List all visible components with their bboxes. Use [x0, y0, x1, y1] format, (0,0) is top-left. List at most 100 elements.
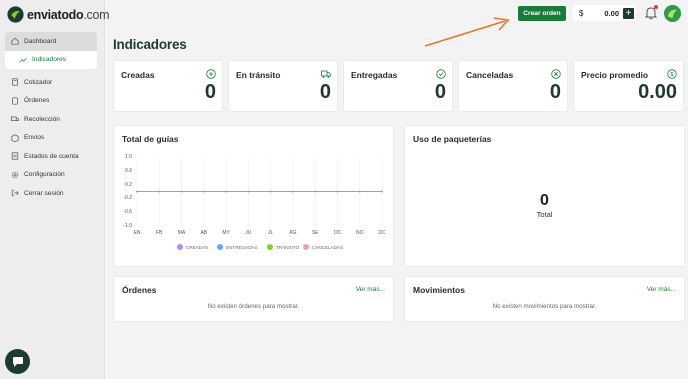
sidebar-nav: Dashboard Indicadores Cotizador Órdenes … — [5, 32, 97, 203]
dollar-circle-icon: $ — [667, 69, 677, 79]
data-point — [358, 190, 361, 193]
data-point — [336, 190, 339, 193]
add-funds-button[interactable]: + — [623, 7, 634, 19]
plus-circle-icon — [206, 69, 216, 79]
legend-swatch — [177, 244, 183, 250]
annotation-arrow — [424, 17, 510, 47]
chat-button[interactable] — [5, 349, 30, 374]
sidebar-item-label: Configuración — [24, 171, 65, 179]
statement-icon — [11, 152, 19, 160]
x-tick-label: FB — [156, 230, 163, 236]
carrier-total-label: Total — [536, 210, 553, 219]
sidebar-item-configuracion[interactable]: Configuración — [5, 166, 97, 185]
legend-label: CANCELADAS — [312, 244, 344, 250]
x-tick-label: AG — [289, 230, 297, 236]
legend-swatch — [217, 244, 223, 250]
logout-icon — [11, 190, 19, 197]
brand-name: enviatodo.com — [27, 7, 110, 22]
legend-item[interactable]: ENTREGADAS — [217, 244, 258, 250]
data-point — [202, 190, 205, 193]
legend-item[interactable]: TRÁNSITO — [267, 244, 299, 250]
check-circle-icon — [436, 69, 446, 79]
movements-see-more-link[interactable]: Ver más... — [647, 286, 676, 293]
data-point — [136, 190, 138, 193]
data-point — [269, 190, 272, 193]
sidebar-item-estados-cuenta[interactable]: Estados de cuenta — [5, 147, 97, 166]
truck-icon — [11, 116, 19, 122]
sidebar-item-cerrar-sesion[interactable]: Cerrar sesión — [5, 184, 97, 203]
legend-item[interactable]: CANCELADAS — [303, 244, 343, 250]
x-circle-icon — [551, 69, 561, 79]
brand-logo-icon — [7, 6, 24, 23]
data-point — [158, 190, 161, 193]
carrier-usage-title: Uso de paqueterías — [413, 134, 492, 144]
x-tick-label: OC — [333, 230, 342, 236]
movements-card: Movimientos Ver más... No existen movimi… — [404, 276, 685, 322]
chat-icon — [12, 356, 23, 367]
notification-badge — [654, 5, 658, 9]
legend-swatch — [267, 244, 273, 250]
home-icon — [11, 37, 19, 45]
y-tick-label: 0.2 — [125, 181, 132, 188]
legend-item[interactable]: CREADAS — [177, 244, 208, 250]
legend-label: ENTREGADAS — [226, 244, 258, 250]
kpi-label: Precio promedio — [581, 70, 649, 80]
box-icon — [11, 134, 19, 142]
sidebar-item-label: Estados de cuenta — [24, 152, 79, 160]
create-order-button[interactable]: Crear orden — [518, 6, 566, 21]
sidebar-item-dashboard[interactable]: Dashboard — [5, 32, 97, 51]
orders-title: Órdenes — [122, 285, 157, 295]
gear-icon — [11, 171, 19, 178]
sidebar-item-label: Envíos — [24, 134, 45, 142]
y-tick-label: 0.6 — [125, 167, 132, 174]
movements-empty-message: No existen movimientos para mostrar. — [492, 303, 597, 310]
calculator-icon — [12, 78, 18, 86]
kpi-card-precio-promedio: Precio promedio $ 0.00 — [573, 60, 684, 112]
x-tick-label: AB — [200, 230, 208, 236]
data-point — [247, 190, 250, 193]
kpi-card-canceladas: Canceladas 0 — [458, 60, 568, 112]
data-point — [292, 190, 294, 193]
svg-text:$: $ — [670, 71, 674, 78]
avatar[interactable] — [664, 5, 681, 22]
y-tick-label: -0.2 — [123, 195, 132, 202]
legend-label: CREADAS — [186, 244, 209, 250]
x-tick-label: JU — [245, 230, 252, 236]
sidebar-item-label: Cerrar sesión — [24, 189, 64, 197]
sidebar-item-ordenes[interactable]: Órdenes — [5, 92, 97, 111]
data-point — [314, 190, 317, 193]
x-tick-label: MA — [177, 230, 186, 236]
sidebar-item-cotizador[interactable]: Cotizador — [5, 73, 97, 92]
sidebar-item-label: Órdenes — [24, 97, 50, 105]
kpi-label: Creadas — [121, 70, 155, 80]
sidebar-item-indicadores[interactable]: Indicadores — [5, 50, 97, 69]
x-tick-label: EN — [133, 230, 141, 236]
x-tick-label: SE — [311, 230, 319, 236]
kpi-card-creadas: Creadas 0 — [113, 60, 223, 112]
orders-card: Órdenes Ver más... No existen órdenes pa… — [113, 276, 394, 322]
sidebar-item-recoleccion[interactable]: Recolección — [5, 110, 97, 129]
x-tick-label: NO — [355, 230, 364, 236]
y-tick-label: -0.6 — [123, 209, 132, 216]
truck-icon — [321, 70, 331, 78]
kpi-label: En tránsito — [236, 70, 281, 80]
orders-empty-message: No existen órdenes para mostrar. — [207, 303, 300, 310]
kpi-label: Entregadas — [351, 70, 398, 80]
orders-see-more-link[interactable]: Ver más... — [356, 286, 385, 293]
sidebar: enviatodo.com Dashboard Indicadores Coti… — [0, 0, 110, 379]
currency-symbol: $ — [579, 8, 584, 18]
kpi-card-entregadas: Entregadas 0 — [343, 60, 453, 112]
sidebar-item-label: Recolección — [24, 115, 60, 123]
kpi-value: 0.00 — [638, 81, 677, 103]
kpi-value: 0 — [204, 81, 216, 103]
y-tick-label: 1.0 — [125, 154, 132, 160]
data-point — [381, 190, 383, 193]
kpi-card-en-transito: En tránsito 0 — [228, 60, 338, 112]
brand-logo[interactable]: enviatodo.com — [7, 6, 110, 23]
x-tick-label: DC — [378, 230, 386, 236]
kpi-label: Canceladas — [466, 70, 514, 80]
data-point — [225, 190, 227, 193]
sidebar-item-envios[interactable]: Envíos — [5, 129, 97, 148]
carrier-total-value: 0 — [540, 192, 549, 209]
kpi-value: 0 — [434, 81, 446, 103]
